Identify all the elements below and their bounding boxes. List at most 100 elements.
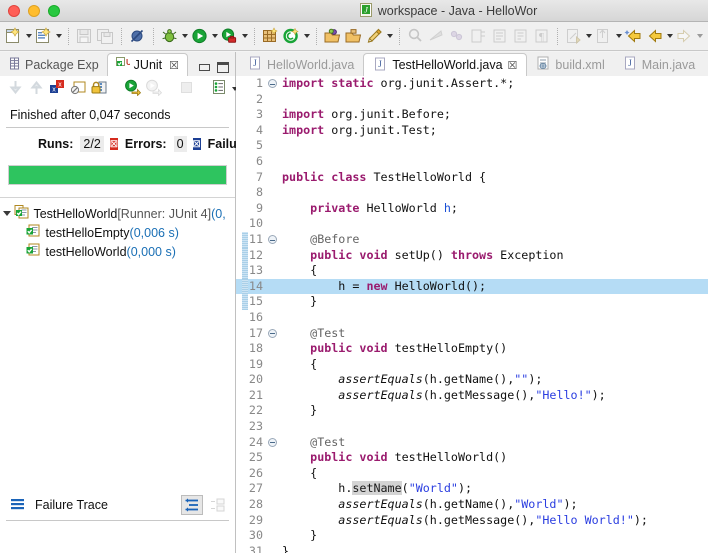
new-java-package-button[interactable]: [260, 24, 281, 48]
collapse-icon[interactable]: [267, 328, 277, 338]
stop-run-icon[interactable]: [70, 79, 87, 99]
fold-toggle[interactable]: [266, 79, 278, 89]
code-line[interactable]: 3 import org.junit.Before;: [236, 107, 708, 123]
prev-edit-dropdown[interactable]: [614, 24, 623, 48]
highlighter-button[interactable]: [364, 24, 385, 48]
editor-tab-2[interactable]: build.xml: [527, 53, 613, 76]
pilcrow-button[interactable]: ¶: [531, 24, 552, 48]
code-line[interactable]: 16: [236, 310, 708, 326]
forward-dropdown[interactable]: [695, 24, 704, 48]
fold-toggle[interactable]: [266, 328, 278, 338]
code-line[interactable]: 28 assertEquals(h.getName(),"World");: [236, 497, 708, 513]
code-line[interactable]: 22 }: [236, 403, 708, 419]
new-java-class-dropdown[interactable]: [54, 24, 63, 48]
code-line[interactable]: 30 }: [236, 528, 708, 544]
code-line[interactable]: 13 {: [236, 263, 708, 279]
collapse-icon[interactable]: [267, 79, 277, 89]
code-line[interactable]: 15 }: [236, 294, 708, 310]
new-annotation-dropdown[interactable]: [302, 24, 311, 48]
code-line[interactable]: 5: [236, 138, 708, 154]
tab-junit-close-icon[interactable]: ☒: [169, 59, 179, 72]
code-line[interactable]: 24 @Test: [236, 435, 708, 451]
maximize-view-button[interactable]: [217, 62, 229, 73]
run-button[interactable]: [189, 24, 210, 48]
close-button[interactable]: [8, 4, 20, 17]
debug-button[interactable]: [159, 24, 180, 48]
code-line[interactable]: 27 h.setName("World");: [236, 481, 708, 497]
new-wizard-button[interactable]: [3, 24, 24, 48]
tab-package-explorer[interactable]: Package Exp: [0, 53, 107, 76]
code-line[interactable]: 7 public class TestHelloWorld {: [236, 170, 708, 186]
view-menu-icon[interactable]: [211, 79, 228, 99]
new-annotation-button[interactable]: [281, 24, 302, 48]
prev-annotation-button[interactable]: [447, 24, 468, 48]
code-line[interactable]: 10: [236, 216, 708, 232]
external-tools-button[interactable]: [219, 24, 240, 48]
rerun-failures-icon[interactable]: [145, 79, 163, 99]
next-annotation-button[interactable]: [426, 24, 447, 48]
code-line[interactable]: 29 assertEquals(h.getMessage(),"Hello Wo…: [236, 513, 708, 529]
next-edit-location-button[interactable]: [563, 24, 584, 48]
external-tools-dropdown[interactable]: [240, 24, 249, 48]
code-line[interactable]: 25 public void testHelloWorld(): [236, 450, 708, 466]
editor-tab-1[interactable]: J TestHelloWorld.java ☒: [363, 53, 528, 76]
back-arrow-button[interactable]: [644, 24, 665, 48]
source-button[interactable]: [510, 24, 531, 48]
compare-result-button[interactable]: [206, 495, 228, 515]
filter-stack-trace-button[interactable]: [181, 495, 203, 515]
code-line[interactable]: 11 @Before: [236, 231, 708, 248]
code-line[interactable]: 4 import org.junit.Test;: [236, 123, 708, 139]
highlighter-dropdown[interactable]: [385, 24, 394, 48]
arrow-up-icon[interactable]: [28, 79, 45, 99]
run-dropdown[interactable]: [210, 24, 219, 48]
editor-tab-close-icon[interactable]: ☒: [508, 59, 518, 72]
code-line[interactable]: 23: [236, 419, 708, 435]
fold-toggle[interactable]: [266, 235, 278, 245]
open-type-button[interactable]: [322, 24, 343, 48]
editor-tab-3[interactable]: J Main.java: [614, 53, 705, 76]
minimize-view-button[interactable]: [199, 64, 210, 71]
search-button[interactable]: [405, 24, 426, 48]
code-line[interactable]: 1 import static org.junit.Assert.*;: [236, 76, 708, 92]
code-line[interactable]: 18 public void testHelloEmpty(): [236, 341, 708, 357]
debug-dropdown[interactable]: [180, 24, 189, 48]
source-editor[interactable]: 1 import static org.junit.Assert.*; 2 3 imp…: [236, 76, 708, 553]
test-tree-item[interactable]: testHelloEmpty (0,006 s): [0, 223, 235, 242]
tab-junit[interactable]: U JUnit ☒: [106, 53, 189, 76]
test-tree-item[interactable]: TestHelloWorld [Runner: JUnit 4] (0,: [0, 204, 235, 223]
code-line[interactable]: 12 public void setUp() throws Exception: [236, 247, 708, 264]
code-line[interactable]: 31}: [236, 544, 708, 553]
new-wizard-dropdown[interactable]: [24, 24, 33, 48]
code-line[interactable]: 20 assertEquals(h.getName(),"");: [236, 372, 708, 388]
zoom-button[interactable]: [48, 4, 60, 17]
arrow-down-icon[interactable]: [7, 79, 24, 99]
code-line[interactable]: 26 {: [236, 466, 708, 482]
code-line[interactable]: 2: [236, 92, 708, 108]
forward-arrow-button[interactable]: [674, 24, 695, 48]
collapse-icon[interactable]: [267, 235, 277, 245]
open-task-button[interactable]: [343, 24, 364, 48]
code-line[interactable]: 6: [236, 154, 708, 170]
next-edit-dropdown[interactable]: [584, 24, 593, 48]
link-editor-button[interactable]: [468, 24, 489, 48]
save-all-button[interactable]: [95, 24, 116, 48]
new-java-class-button[interactable]: [33, 24, 54, 48]
code-line[interactable]: 9 private HelloWorld h;: [236, 201, 708, 217]
code-line[interactable]: 19 {: [236, 357, 708, 373]
collapse-icon[interactable]: [267, 437, 277, 447]
expand-twisty-icon[interactable]: [0, 211, 14, 216]
code-line[interactable]: 21 assertEquals(h.getMessage(),"Hello!")…: [236, 388, 708, 404]
editor-tab-0[interactable]: J HelloWorld.java: [239, 53, 363, 76]
code-line[interactable]: 17 @Test: [236, 326, 708, 342]
prev-edit-location-button[interactable]: [593, 24, 614, 48]
lock-icon[interactable]: [91, 79, 108, 99]
skip-breakpoints-button[interactable]: [127, 24, 148, 48]
test-tree-item[interactable]: testHelloWorld (0,000 s): [0, 242, 235, 261]
show-failures-icon[interactable]: x x: [49, 79, 66, 99]
minimize-button[interactable]: [28, 4, 40, 17]
back-to-last-edit-button[interactable]: [623, 24, 644, 48]
rerun-test-icon[interactable]: [124, 79, 142, 99]
back-dropdown[interactable]: [665, 24, 674, 48]
fold-toggle[interactable]: [266, 437, 278, 447]
whitespace-button[interactable]: [489, 24, 510, 48]
